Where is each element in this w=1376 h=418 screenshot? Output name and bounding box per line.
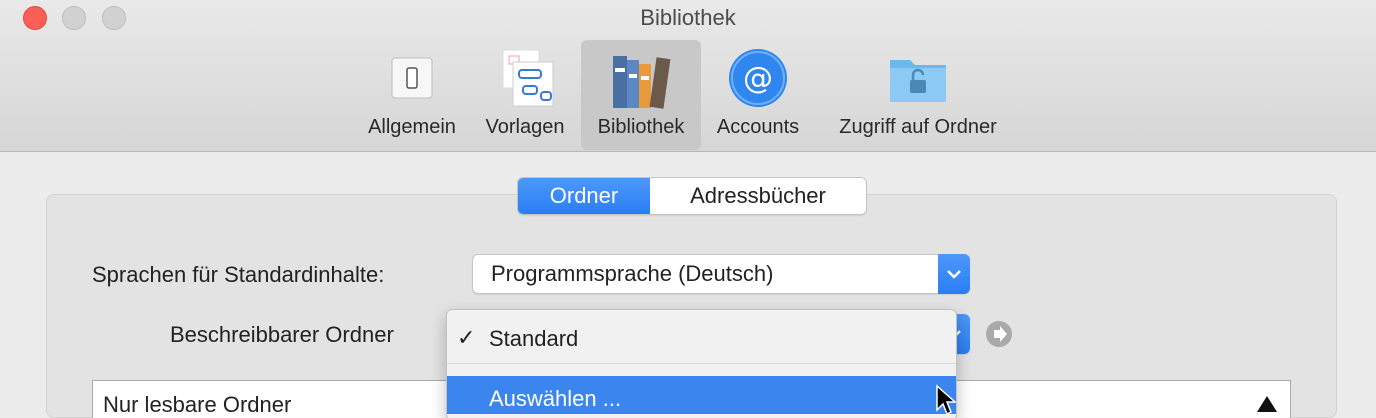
toolbar-label: Accounts [716,116,800,138]
segmented-control: Ordner Adressbücher [517,177,867,215]
toolbar-label: Zugriff auf Ordner [839,116,997,138]
templates-icon [493,46,557,110]
books-icon [609,46,673,110]
preferences-window: Bibliothek Allgemein Vorlagen Bibliothek… [0,0,1376,418]
toolbar-item-allgemein[interactable]: Allgemein [356,40,468,150]
chevron-down-icon [938,254,970,294]
menu-item-label: Auswählen ... [489,386,622,411]
toolbar-label: Vorlagen [485,116,565,138]
toolbar-item-vorlagen[interactable]: Vorlagen [473,40,577,150]
locked-folder-icon [886,46,950,110]
checkmark-icon: ✓ [457,325,476,350]
toolbar-item-bibliothek[interactable]: Bibliothek [581,40,701,150]
go-arrow-icon[interactable] [986,321,1012,347]
menu-separator [447,363,956,364]
tab-adressbuecher[interactable]: Adressbücher [650,178,866,214]
menu-item-standard[interactable]: ✓ Standard [447,316,956,354]
sort-ascending-icon[interactable] [1256,395,1278,418]
tab-ordner[interactable]: Ordner [518,178,650,214]
toolbar-label: Bibliothek [597,116,685,138]
writable-folder-menu: ✓ Standard Auswählen ... [446,309,957,418]
mouse-pointer-icon [935,384,957,418]
languages-label: Sprachen für Standardinhalte: [92,262,385,287]
readonly-folders-title: Nur lesbare Ordner [103,392,292,417]
menu-item-label: Standard [489,326,579,351]
switch-icon [380,46,444,110]
writable-folder-label: Beschreibbarer Ordner [170,322,394,347]
at-icon: @ [726,46,790,110]
toolbar-label: Allgemein [368,116,456,138]
svg-text:@: @ [743,61,773,96]
languages-value: Programmsprache (Deutsch) [491,261,774,286]
window-title: Bibliothek [640,5,736,30]
toolbar-item-accounts[interactable]: @ Accounts [706,40,810,150]
menu-item-auswaehlen[interactable]: Auswählen ... [447,376,956,414]
languages-popup[interactable]: Programmsprache (Deutsch) [472,254,970,294]
toolbar-item-zugriff-auf-ordner[interactable]: Zugriff auf Ordner [820,40,1016,150]
title-bar: Bibliothek Allgemein Vorlagen Bibliothek… [0,0,1376,152]
